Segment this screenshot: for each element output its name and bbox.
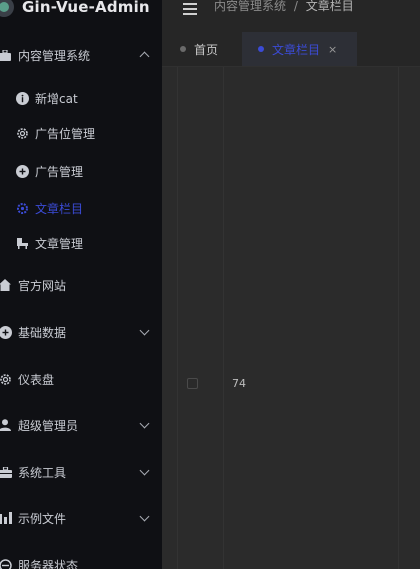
tab-home[interactable]: 首页 [180, 32, 218, 66]
menu-label: 新增cat [35, 91, 78, 106]
tab-dot-icon [258, 46, 264, 52]
toolbox-icon [0, 465, 12, 479]
row-checkbox[interactable] [187, 378, 198, 389]
server-icon [0, 558, 12, 569]
menu-ad-management[interactable]: 广告管理 [0, 153, 162, 189]
logo-row[interactable]: Gin-Vue-Admin [0, 0, 162, 22]
plus-circle-icon [0, 325, 12, 339]
gear-icon [0, 372, 12, 386]
menu-system-tools[interactable]: 系统工具 [0, 454, 162, 490]
table-column-divider [398, 67, 399, 569]
menu-label: 基础数据 [18, 325, 67, 340]
menu-ad-position[interactable]: 广告位管理 [0, 115, 162, 151]
tab-dot-icon [180, 46, 186, 52]
info-icon [15, 91, 29, 105]
chair-icon [15, 236, 29, 250]
main-content: 74 [162, 67, 420, 569]
plus-circle-icon [15, 164, 29, 178]
user-icon [0, 418, 12, 432]
sidebar: Gin-Vue-Admin 内容管理系统 新增cat 广告位管理 广告管理 文章… [0, 0, 162, 569]
tab-article-category[interactable]: 文章栏目 × [242, 32, 357, 66]
chevron-up-icon [139, 51, 150, 62]
top-header: 内容管理系统 / 文章栏目 [162, 0, 420, 33]
menu-add-cat[interactable]: 新增cat [0, 80, 162, 116]
menu-label: 内容管理系统 [18, 48, 91, 63]
app-title: Gin-Vue-Admin [22, 0, 150, 16]
logo-icon [0, 0, 14, 17]
chevron-down-icon [139, 465, 150, 476]
menu-label: 仪表盘 [18, 372, 55, 387]
close-icon[interactable]: × [328, 43, 337, 56]
menu-article-management[interactable]: 文章管理 [0, 225, 162, 261]
breadcrumb-item[interactable]: 内容管理系统 [214, 0, 286, 13]
chevron-down-icon [139, 511, 150, 522]
tab-label: 首页 [194, 42, 219, 57]
menu-example-files[interactable]: 示例文件 [0, 500, 162, 536]
menu-label: 文章栏目 [35, 201, 84, 216]
menu-label: 官方网站 [18, 278, 67, 293]
menu-label: 超级管理员 [18, 418, 79, 433]
menu-server-status[interactable]: 服务器状态 [0, 547, 162, 569]
menu-basic-data[interactable]: 基础数据 [0, 314, 162, 350]
table-column-divider [223, 67, 224, 569]
menu-label: 广告管理 [35, 164, 84, 179]
menu-label: 广告位管理 [35, 126, 96, 141]
breadcrumb: 内容管理系统 / 文章栏目 [214, 0, 354, 14]
menu-label: 系统工具 [18, 465, 67, 480]
breadcrumb-current: 文章栏目 [305, 0, 354, 13]
home-icon [0, 278, 12, 292]
chevron-down-icon [139, 418, 150, 429]
breadcrumb-separator: / [293, 0, 298, 13]
tab-bar: 首页 文章栏目 × [162, 32, 420, 67]
menu-dashboard[interactable]: 仪表盘 [0, 361, 162, 397]
menu-super-admin[interactable]: 超级管理员 [0, 407, 162, 443]
table-cell-id: 74 [232, 377, 246, 390]
tab-label: 文章栏目 [272, 42, 321, 57]
briefcase-icon [0, 48, 12, 62]
table-column-divider [177, 67, 178, 569]
menu-official-site[interactable]: 官方网站 [0, 267, 162, 303]
menu-label: 示例文件 [18, 511, 67, 526]
menu-label: 文章管理 [35, 236, 84, 251]
gear-icon [15, 126, 29, 140]
gear-icon [15, 201, 29, 215]
menu-label: 服务器状态 [18, 558, 79, 569]
menu-toggle-icon[interactable] [183, 0, 197, 15]
chevron-down-icon [139, 325, 150, 336]
bar-chart-icon [0, 511, 12, 525]
menu-article-category[interactable]: 文章栏目 [0, 190, 162, 226]
menu-content-management[interactable]: 内容管理系统 [0, 37, 162, 73]
